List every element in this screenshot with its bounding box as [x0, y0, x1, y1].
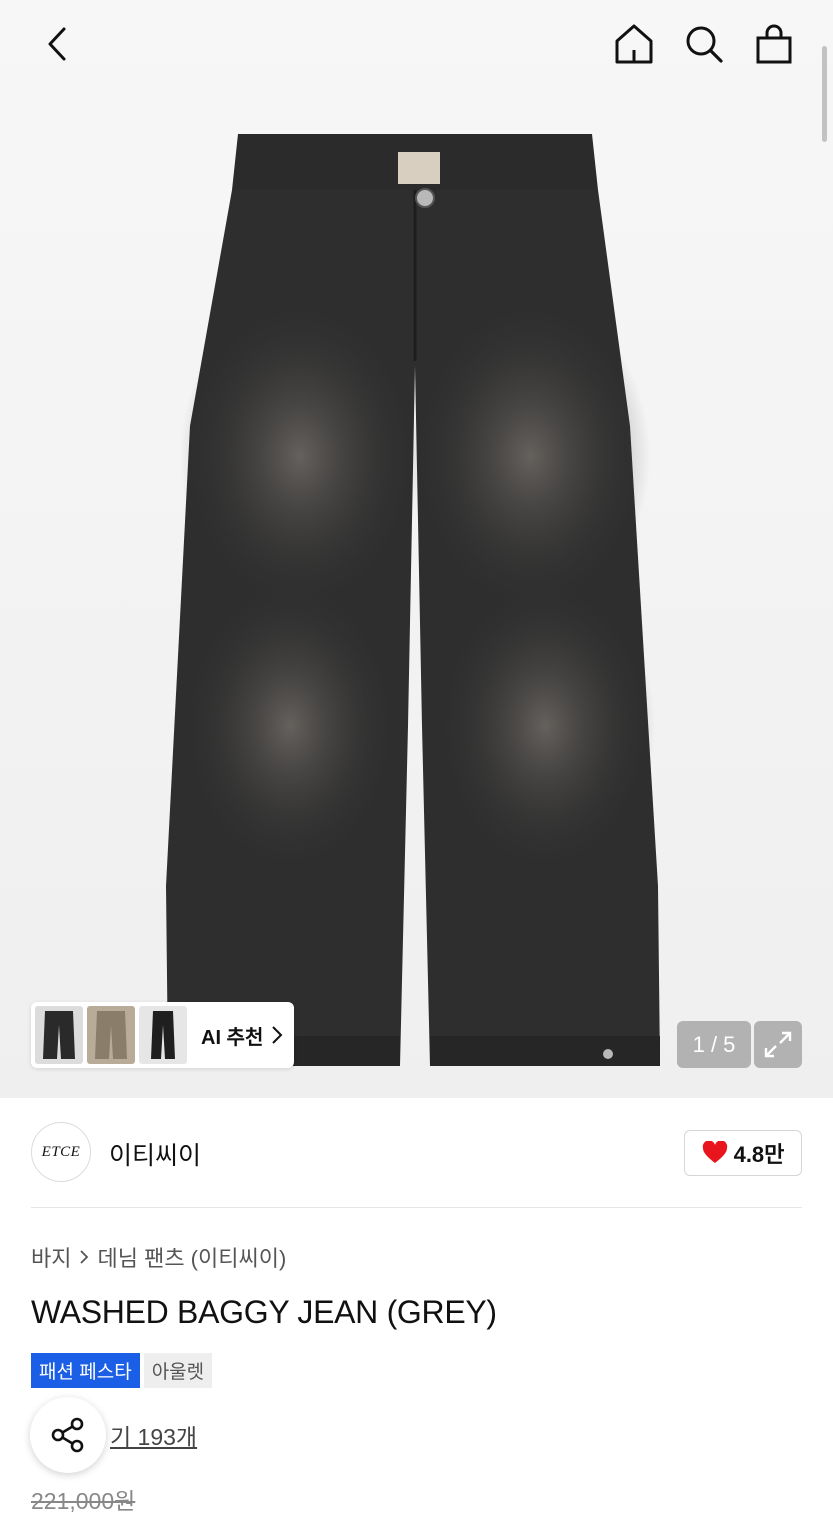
recommend-thumbnail[interactable]	[139, 1006, 187, 1064]
jeans-thumbnail-icon	[151, 1011, 175, 1059]
search-icon	[686, 26, 723, 63]
like-count: 4.8만	[733, 1142, 785, 1167]
product-image-gallery[interactable]: AI 추천 1 / 5	[0, 0, 833, 1098]
home-button[interactable]	[610, 20, 658, 68]
like-button[interactable]: 4.8만	[684, 1130, 802, 1176]
ai-recommend-label: AI 추천	[201, 1026, 264, 1049]
chevron-right-icon	[79, 1249, 89, 1265]
top-navigation-bar	[0, 0, 833, 90]
scrollbar-thumb[interactable]	[822, 46, 827, 142]
share-icon	[51, 1417, 84, 1453]
breadcrumb-subcategory[interactable]: 데님 팬츠 (이티씨이)	[97, 1241, 286, 1273]
brand-logo[interactable]: ETCE	[31, 1122, 91, 1182]
fashion-festa-badge: 패션 페스타	[31, 1353, 140, 1388]
outlet-badge: 아울렛	[143, 1353, 213, 1388]
brand-name[interactable]: 이티씨이	[109, 1136, 201, 1172]
recommend-thumbnail[interactable]	[87, 1006, 135, 1064]
search-button[interactable]	[680, 20, 728, 68]
chevron-right-icon	[271, 1025, 283, 1045]
original-price: 221,000원	[31, 1488, 136, 1514]
cart-button[interactable]	[750, 20, 798, 68]
ai-recommend-button[interactable]: AI 추천	[31, 1002, 294, 1068]
share-button[interactable]	[30, 1397, 106, 1473]
expand-image-button[interactable]	[754, 1021, 802, 1068]
jeans-thumbnail-icon	[43, 1011, 75, 1059]
breadcrumb-category[interactable]: 바지	[31, 1241, 71, 1273]
review-count-link[interactable]: 기 193개	[110, 1418, 197, 1452]
brand-row: ETCE 이티씨이 4.8만	[31, 1122, 802, 1184]
recommend-thumbnail[interactable]	[35, 1006, 83, 1064]
image-counter: 1 / 5	[677, 1021, 751, 1068]
heart-icon	[702, 1141, 727, 1163]
home-icon	[615, 24, 653, 64]
expand-icon	[764, 1031, 792, 1058]
badge-list: 패션 페스타 아울렛	[31, 1353, 213, 1388]
breadcrumb: 바지 데님 팬츠 (이티씨이)	[31, 1241, 286, 1273]
back-button[interactable]	[30, 20, 82, 66]
back-icon	[48, 27, 66, 61]
shopping-bag-icon	[756, 24, 792, 64]
divider	[31, 1207, 802, 1208]
product-photo-jeans	[166, 134, 660, 1066]
product-title: WASHED BAGGY JEAN (GREY)	[31, 1294, 497, 1330]
jeans-thumbnail-icon	[95, 1011, 127, 1059]
